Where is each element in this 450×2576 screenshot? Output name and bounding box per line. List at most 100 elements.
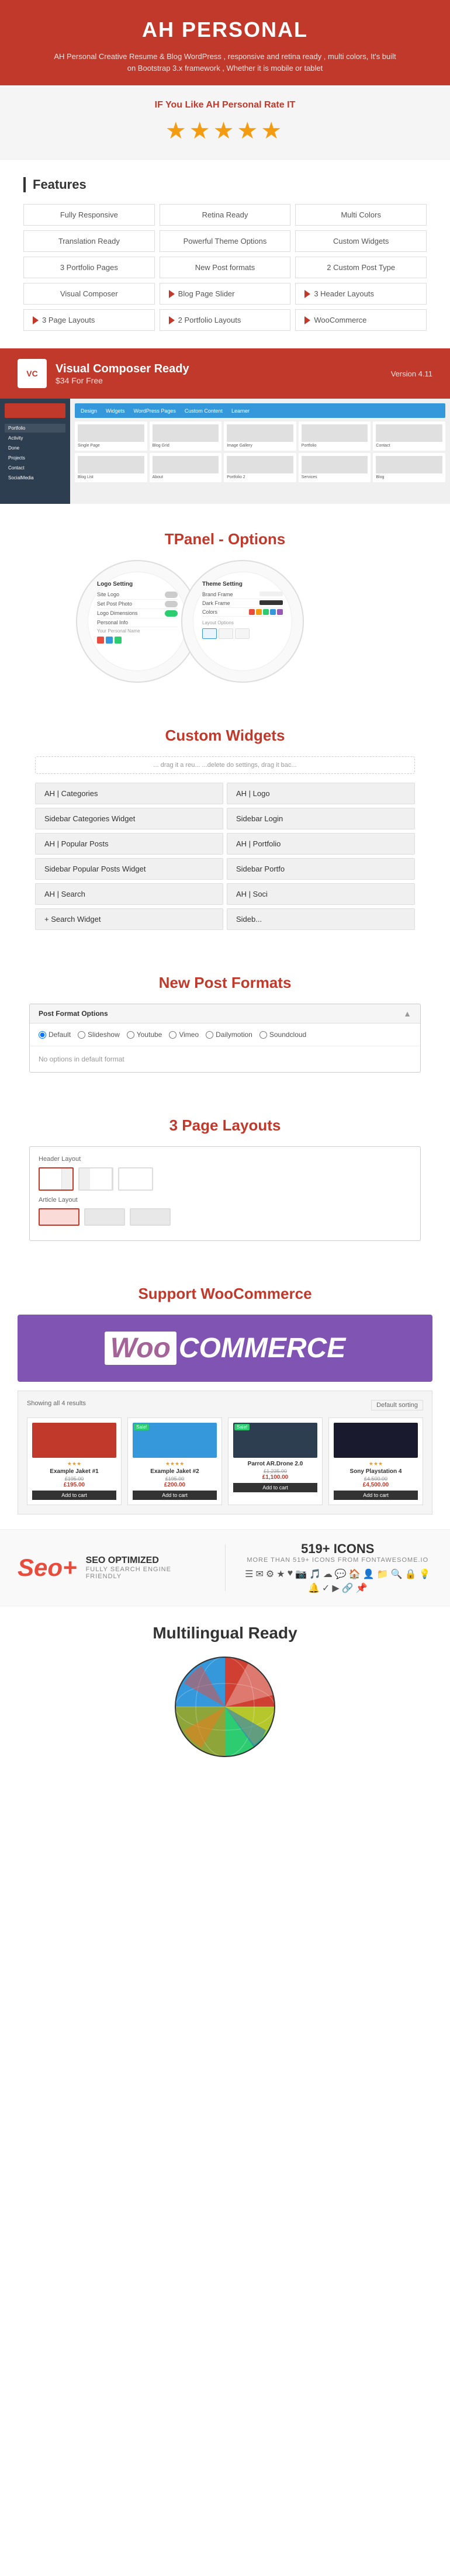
- icon-sym-10: 👤: [363, 1568, 375, 1580]
- pf-radio-3[interactable]: Vimeo: [169, 1031, 199, 1039]
- features-grid: Fully ResponsiveRetina ReadyMulti Colors…: [23, 204, 427, 331]
- multilingual-title: Multilingual Ready: [18, 1624, 432, 1643]
- widget-item-0[interactable]: AH | Categories: [35, 783, 223, 804]
- post-format-header: Post Format Options ▲: [30, 1004, 420, 1024]
- icon-sym-7: ☁: [323, 1568, 333, 1580]
- header-section: AH PERSONAL AH Personal Creative Resume …: [0, 0, 450, 85]
- feature-item-8: 2 Custom Post Type: [295, 257, 427, 278]
- feature-item-7: New Post formats: [160, 257, 291, 278]
- vc-section: VC Visual Composer Ready $34 For Free Ve…: [0, 348, 450, 399]
- pf-radio-4[interactable]: Dailymotion: [206, 1031, 252, 1039]
- layout-thumb-3[interactable]: [118, 1167, 153, 1191]
- icons-grid: ☰✉⚙★♥📷🎵☁💬🏠👤📁🔍🔒💡🔔✓▶🔗📌: [243, 1568, 433, 1594]
- pf-radio-0[interactable]: Default: [39, 1031, 71, 1039]
- widget-item-7[interactable]: Sidebar Portfo: [227, 858, 415, 880]
- widget-item-1[interactable]: AH | Logo: [227, 783, 415, 804]
- woo-products-container: Showing all 4 results Default sorting ★★…: [18, 1391, 432, 1515]
- seo-subtitle: FULLY SEARCH ENGINE FRIENDLY: [86, 1566, 207, 1580]
- feature-item-3: Translation Ready: [23, 230, 155, 252]
- screenshot-mock: Portfolio Activity Done Projects Contact…: [0, 399, 450, 504]
- woo-grid: ★★★ Example Jaket #1 £195.00 £195.00 Add…: [27, 1417, 423, 1505]
- vc-price: $34 For Free: [56, 376, 189, 385]
- globe-container: [172, 1654, 278, 1759]
- pf-radio-1[interactable]: Slideshow: [78, 1031, 120, 1039]
- article-layout-label: Article Layout: [39, 1197, 411, 1204]
- seo-title: SEO OPTIMIZED: [86, 1555, 207, 1566]
- header-title: AH PERSONAL: [12, 18, 438, 42]
- feature-item-4: Powerful Theme Options: [160, 230, 291, 252]
- pf-radio-5[interactable]: Soundcloud: [259, 1031, 306, 1039]
- icons-right: 519+ ICONS MORE THAN 519+ ICONS FROM FON…: [243, 1541, 433, 1594]
- post-format-box: Post Format Options ▲ Default Slideshow Yo…: [29, 1004, 421, 1073]
- icons-count: 519+ ICONS: [243, 1541, 433, 1557]
- post-formats-section: New Post Formats Post Format Options ▲ D…: [0, 948, 450, 1090]
- add-to-cart-2[interactable]: Add to cart: [233, 1483, 317, 1492]
- header-thumb-1[interactable]: [39, 1208, 79, 1226]
- header-layout-label: Header Layout: [39, 1156, 411, 1163]
- icon-sym-15: 🔔: [308, 1582, 320, 1594]
- feature-item-10: Blog Page Slider: [160, 283, 291, 305]
- icon-sym-0: ☰: [245, 1568, 253, 1580]
- post-format-expand[interactable]: ▲: [403, 1009, 411, 1018]
- icon-sym-18: 🔗: [342, 1582, 354, 1594]
- woo-product-3: ★★★ Sony Playstation 4 £4,500.00 £4,500.…: [328, 1417, 423, 1505]
- header-thumb-2[interactable]: [84, 1208, 125, 1226]
- layout-box: Header Layout Article Layout: [29, 1146, 421, 1241]
- add-to-cart-3[interactable]: Add to cart: [334, 1491, 418, 1500]
- pf-radio-2[interactable]: Youtube: [127, 1031, 162, 1039]
- tpanel-right-circle: Theme Setting Brand Frame Dark Frame Col…: [181, 560, 304, 683]
- icon-sym-2: ⚙: [266, 1568, 274, 1580]
- woo-product-2: Sale! Parrot AR.Drone 2.0 £1,235.00 £1,1…: [228, 1417, 323, 1505]
- tpanel-section: TPanel - Options Logo Setting Site Logo …: [0, 504, 450, 700]
- sort-select[interactable]: Default sorting: [371, 1400, 423, 1410]
- rate-text: IF You Like AH Personal Rate IT: [12, 100, 438, 110]
- widget-item-11[interactable]: Sideb...: [227, 908, 415, 930]
- icon-sym-14: 💡: [418, 1568, 430, 1580]
- widget-item-2[interactable]: Sidebar Categories Widget: [35, 808, 223, 829]
- widgets-section: Custom Widgets ... drag it a reu... ...d…: [0, 700, 450, 948]
- woo-product-1: Sale! ★★★★ Example Jaket #2 £195.00 £200…: [127, 1417, 222, 1505]
- woo-header: Showing all 4 results Default sorting: [27, 1400, 423, 1410]
- post-format-body: No options in default format: [30, 1046, 420, 1072]
- widget-item-4[interactable]: AH | Popular Posts: [35, 833, 223, 855]
- add-to-cart-1[interactable]: Add to cart: [133, 1491, 217, 1500]
- layout-thumb-2[interactable]: [78, 1167, 113, 1191]
- vc-title: Visual Composer Ready: [56, 362, 189, 376]
- feature-item-11: 3 Header Layouts: [295, 283, 427, 305]
- tpanel-title: TPanel - Options: [18, 510, 432, 560]
- woo-logo: WooCOMMERCE: [35, 1332, 415, 1364]
- layout-thumb-1[interactable]: [39, 1167, 74, 1191]
- icon-sym-11: 📁: [377, 1568, 389, 1580]
- icon-sym-17: ▶: [332, 1582, 339, 1594]
- widget-item-6[interactable]: Sidebar Popular Posts Widget: [35, 858, 223, 880]
- feature-item-14: WooCommerce: [295, 309, 427, 331]
- header-thumb-3[interactable]: [130, 1208, 171, 1226]
- tpanel-left-circle: Logo Setting Site Logo Set Post Photo Lo…: [76, 560, 199, 683]
- vc-version: Version 4.11: [391, 369, 432, 378]
- widget-item-3[interactable]: Sidebar Login: [227, 808, 415, 829]
- widget-item-5[interactable]: AH | Portfolio: [227, 833, 415, 855]
- add-to-cart-0[interactable]: Add to cart: [32, 1491, 116, 1500]
- icon-sym-6: 🎵: [309, 1568, 321, 1580]
- feature-item-13: 2 Portfolio Layouts: [160, 309, 291, 331]
- icon-sym-9: 🏠: [349, 1568, 361, 1580]
- widget-item-8[interactable]: AH | Search: [35, 883, 223, 905]
- icon-sym-3: ★: [276, 1568, 285, 1580]
- icons-subtitle: MORE THAN 519+ ICONS FROM FONTAWESOME.IO: [243, 1557, 433, 1564]
- globe-svg: [172, 1654, 278, 1759]
- feature-item-9: Visual Composer: [23, 283, 155, 305]
- woo-product-0: ★★★ Example Jaket #1 £195.00 £195.00 Add…: [27, 1417, 122, 1505]
- vc-icon: VC: [18, 359, 47, 388]
- seo-logo: Seo+: [18, 1554, 77, 1582]
- multilingual-section: Multilingual Ready: [0, 1606, 450, 1783]
- seo-text: SEO OPTIMIZED FULLY SEARCH ENGINE FRIEND…: [86, 1555, 207, 1580]
- page-layouts-section: 3 Page Layouts Header Layout Article Lay…: [0, 1090, 450, 1258]
- widget-item-9[interactable]: AH | Soci: [227, 883, 415, 905]
- feature-item-5: Custom Widgets: [295, 230, 427, 252]
- woo-title: Support WooCommerce: [18, 1264, 432, 1315]
- widget-item-10[interactable]: + Search Widget: [35, 908, 223, 930]
- icon-sym-19: 📌: [356, 1582, 368, 1594]
- feature-item-2: Multi Colors: [295, 204, 427, 226]
- icon-sym-5: 📷: [295, 1568, 307, 1580]
- icon-sym-1: ✉: [255, 1568, 263, 1580]
